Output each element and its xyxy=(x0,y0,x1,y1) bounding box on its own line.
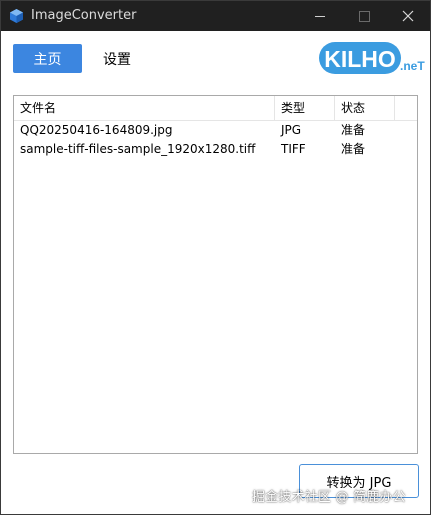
maximize-button[interactable] xyxy=(342,1,386,31)
title-bar[interactable]: ImageConverter xyxy=(1,1,430,31)
app-window: ImageConverter 主页 设置 KILHO .neT 文件名 类型 状… xyxy=(0,0,431,515)
svg-text:.neT: .neT xyxy=(400,59,425,73)
file-type: JPG xyxy=(281,123,302,137)
watermark: 掘金技术社区 @ 简鹿办公 xyxy=(252,490,406,505)
column-header-type[interactable]: 类型 xyxy=(275,96,335,120)
file-name: sample-tiff-files-sample_1920x1280.tiff xyxy=(20,142,256,156)
column-header-filename[interactable]: 文件名 xyxy=(14,96,275,120)
column-header-status[interactable]: 状态 xyxy=(335,96,395,120)
list-item[interactable]: QQ20250416-164809.jpg JPG 准备 xyxy=(14,121,417,140)
file-name: QQ20250416-164809.jpg xyxy=(20,123,173,137)
list-header: 文件名 类型 状态 xyxy=(14,96,417,121)
file-type: TIFF xyxy=(281,142,306,156)
tab-home[interactable]: 主页 xyxy=(13,44,82,73)
close-button[interactable] xyxy=(386,1,430,31)
kilho-logo: KILHO .neT xyxy=(319,42,425,74)
minimize-icon xyxy=(315,15,325,17)
app-icon xyxy=(10,9,23,23)
window-title: ImageConverter xyxy=(31,8,137,23)
file-status: 准备 xyxy=(341,123,366,137)
tab-settings[interactable]: 设置 xyxy=(93,44,141,73)
file-list[interactable]: 文件名 类型 状态 QQ20250416-164809.jpg JPG 准备 s… xyxy=(13,95,418,454)
maximize-icon xyxy=(358,10,370,22)
list-item[interactable]: sample-tiff-files-sample_1920x1280.tiff … xyxy=(14,140,417,159)
file-status: 准备 xyxy=(341,142,366,156)
close-icon xyxy=(402,10,414,22)
svg-text:KILHO: KILHO xyxy=(324,46,396,72)
minimize-button[interactable] xyxy=(298,1,342,31)
